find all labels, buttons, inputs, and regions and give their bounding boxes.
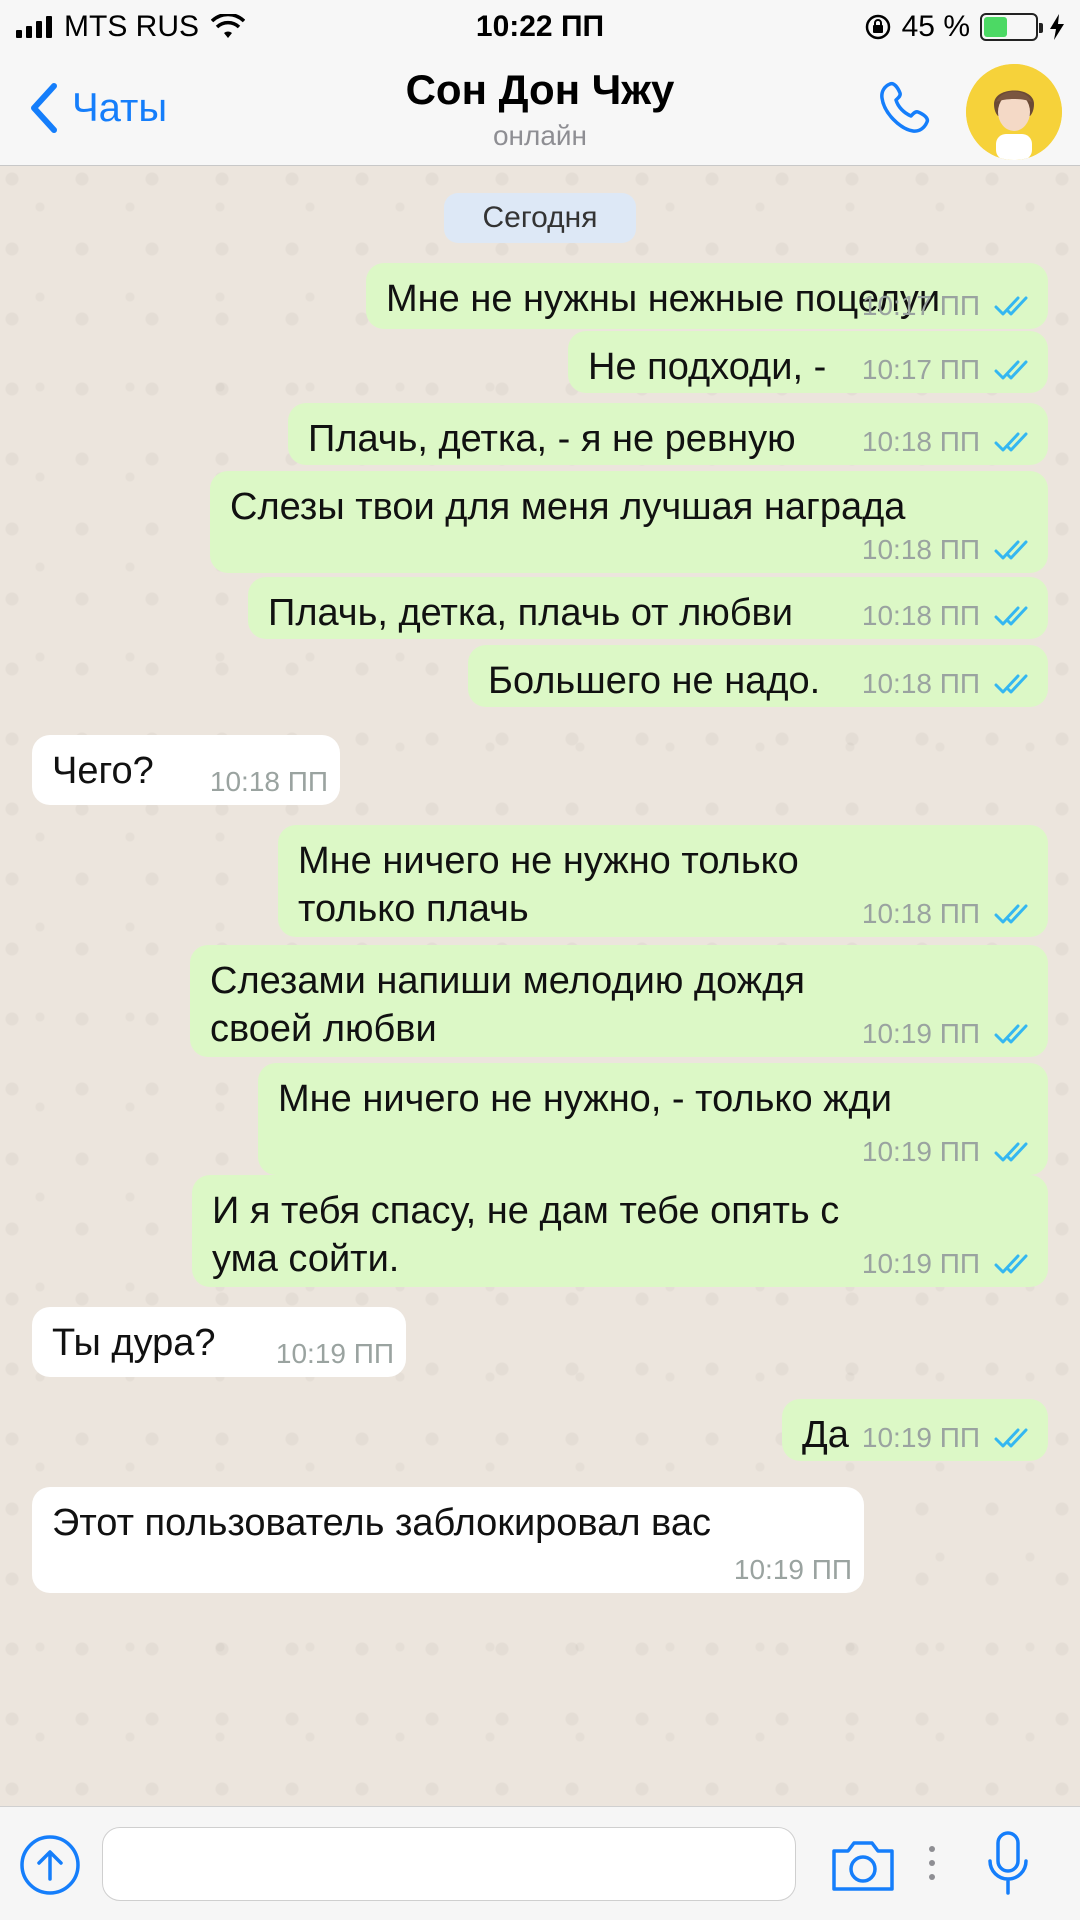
read-ticks-icon: [994, 1254, 1028, 1274]
incoming-message[interactable]: Этот пользователь заблокировал вас 10:19 …: [32, 1487, 864, 1593]
chat-header: Чаты Сон Дон Чжу онлайн: [0, 56, 1080, 166]
status-right: 45 %: [864, 10, 1066, 44]
message-time: 10:17 ПП: [861, 354, 980, 385]
message-meta: 10:19 ПП: [276, 1337, 394, 1371]
charging-icon: [1050, 14, 1064, 40]
rotation-lock-icon: [865, 14, 890, 40]
message-text: Ты дура?: [52, 1322, 216, 1364]
message-time: 10:18 ПП: [861, 898, 980, 929]
outgoing-message[interactable]: Слезами напиши мелодию дождя своей любви…: [190, 945, 1048, 1057]
message-time: 10:18 ПП: [861, 534, 980, 565]
message-time: 10:18 ПП: [209, 766, 328, 797]
message-input[interactable]: [102, 1827, 796, 1901]
message-time: 10:19 ПП: [733, 1554, 852, 1585]
message-text: Слезы твои для меня лучшая награда: [230, 486, 906, 528]
battery-icon: [980, 13, 1043, 41]
message-meta: 10:19 ПП: [862, 1017, 1034, 1051]
outgoing-message[interactable]: Плачь, детка, - я не ревную 10:18 ПП: [288, 403, 1048, 465]
message-meta: 10:18 ПП: [862, 897, 1034, 931]
outgoing-message[interactable]: Мне не нужны нежные поцелуи 10:17 ПП: [366, 263, 1048, 329]
outgoing-message[interactable]: И я тебя спасу, не дам тебе опять с ума …: [192, 1175, 1048, 1287]
avatar[interactable]: [966, 64, 1062, 160]
message-text: И я тебя спасу, не дам тебе опять с ума …: [212, 1190, 840, 1280]
phone-icon[interactable]: [876, 78, 938, 140]
input-bar: [0, 1806, 1080, 1920]
message-text: Плачь, детка, плачь от любви: [268, 592, 793, 634]
message-time: 10:19 ПП: [861, 1248, 980, 1279]
message-meta: 10:17 ПП: [862, 289, 1034, 323]
read-ticks-icon: [994, 540, 1028, 560]
message-meta: 10:18 ПП: [862, 667, 1034, 701]
separator-dots-icon: [929, 1846, 935, 1880]
message-time: 10:19 ПП: [861, 1018, 980, 1049]
message-meta: 10:18 ПП: [862, 599, 1034, 633]
read-ticks-icon: [994, 674, 1028, 694]
upload-icon[interactable]: [18, 1833, 82, 1897]
outgoing-message[interactable]: Да 10:19 ПП: [782, 1399, 1048, 1461]
message-text: Чего?: [52, 750, 154, 792]
read-ticks-icon: [994, 360, 1028, 380]
message-meta: 10:19 ПП: [734, 1553, 852, 1587]
outgoing-message[interactable]: Не подходи, - 10:17 ПП: [568, 331, 1048, 393]
chat-area[interactable]: Сегодня Мне не нужны нежные поцелуи 10:17…: [0, 167, 1080, 1805]
mic-icon[interactable]: [982, 1829, 1034, 1899]
camera-icon[interactable]: [828, 1837, 898, 1893]
battery-fill: [984, 17, 1007, 37]
read-ticks-icon: [994, 1142, 1028, 1162]
read-ticks-icon: [994, 296, 1028, 316]
read-ticks-icon: [994, 606, 1028, 626]
message-text: Этот пользователь заблокировал вас: [52, 1502, 711, 1544]
incoming-message[interactable]: Чего? 10:18 ПП: [32, 735, 340, 805]
outgoing-message[interactable]: Слезы твои для меня лучшая награда 10:18 …: [210, 471, 1048, 573]
message-meta: 10:17 ПП: [862, 353, 1034, 387]
outgoing-message[interactable]: Большего не надо. 10:18 ПП: [468, 645, 1048, 707]
read-ticks-icon: [994, 432, 1028, 452]
message-time: 10:19 ПП: [861, 1422, 980, 1453]
message-time: 10:18 ПП: [861, 600, 980, 631]
message-time: 10:17 ПП: [861, 290, 980, 321]
message-meta: 10:18 ПП: [210, 765, 328, 799]
message-text: Не подходи, -: [588, 346, 827, 388]
outgoing-message[interactable]: Мне ничего не нужно только только плачь 1…: [278, 825, 1048, 937]
read-ticks-icon: [994, 1024, 1028, 1044]
message-time: 10:18 ПП: [861, 426, 980, 457]
message-text: Большего не надо.: [488, 660, 821, 702]
message-text: Да: [802, 1414, 849, 1456]
message-time: 10:18 ПП: [861, 668, 980, 699]
date-chip: Сегодня: [444, 193, 636, 243]
outgoing-message[interactable]: Мне ничего не нужно, - только жди 10:19 П…: [258, 1063, 1048, 1175]
message-meta: 10:18 ПП: [862, 533, 1034, 567]
message-meta: 10:19 ПП: [862, 1135, 1034, 1169]
outgoing-message[interactable]: Плачь, детка, плачь от любви 10:18 ПП: [248, 577, 1048, 639]
incoming-message[interactable]: Ты дура? 10:19 ПП: [32, 1307, 406, 1377]
message-meta: 10:19 ПП: [862, 1421, 1034, 1455]
message-text: Мне ничего не нужно, - только жди: [278, 1078, 892, 1120]
status-bar: MTS RUS 10:22 ПП 45 %: [0, 0, 1080, 56]
message-time: 10:19 ПП: [275, 1338, 394, 1369]
battery-percent: 45 %: [901, 10, 970, 43]
message-text: Мне ничего не нужно только только плачь: [298, 840, 799, 930]
message-time: 10:19 ПП: [861, 1136, 980, 1167]
message-meta: 10:19 ПП: [862, 1247, 1034, 1281]
message-text: Плачь, детка, - я не ревную: [308, 418, 796, 460]
message-meta: 10:18 ПП: [862, 425, 1034, 459]
message-text: Мне не нужны нежные поцелуи: [386, 278, 941, 320]
read-ticks-icon: [994, 1428, 1028, 1448]
read-ticks-icon: [994, 904, 1028, 924]
message-text: Слезами напиши мелодию дождя своей любви: [210, 960, 805, 1050]
